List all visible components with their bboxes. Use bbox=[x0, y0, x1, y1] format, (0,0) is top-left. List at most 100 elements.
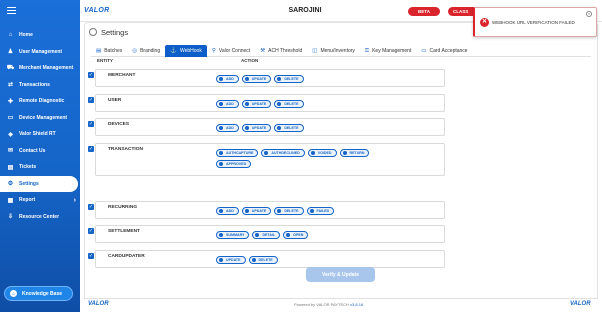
action-chip-failed[interactable]: FAILED bbox=[306, 207, 335, 215]
beta-label: BETA bbox=[418, 9, 430, 14]
action-chip-label: RETURN bbox=[349, 151, 365, 155]
action-chip-summary[interactable]: SUMMARY bbox=[216, 231, 250, 239]
entity-checkbox[interactable]: ✓ bbox=[88, 121, 94, 127]
action-chip-update[interactable]: UPDATE bbox=[241, 124, 272, 132]
sidebar-item-label: Contact Us bbox=[19, 147, 46, 154]
sidebar-item-remote-diagnostic[interactable]: ✚ Remote Diagnostic bbox=[0, 93, 80, 110]
action-chip-label: ADD bbox=[226, 102, 234, 106]
action-chip-update[interactable]: UPDATE bbox=[241, 100, 272, 108]
action-chip-authcapture[interactable]: AUTHCAPTURE bbox=[216, 149, 259, 157]
entity-checkbox[interactable]: ✓ bbox=[88, 253, 94, 259]
action-chip-delete[interactable]: DELETE bbox=[274, 207, 304, 215]
entity-checkbox[interactable]: ✓ bbox=[88, 97, 94, 103]
action-chip-approved[interactable]: APPROVED bbox=[216, 160, 252, 168]
knowledge-base-label: Knowledge Base bbox=[22, 290, 63, 297]
transactions-icon: ⇄ bbox=[7, 82, 14, 89]
entity-checkbox[interactable]: ✓ bbox=[88, 146, 94, 152]
entity-checkbox[interactable]: ✓ bbox=[88, 72, 94, 78]
chevron-right-icon: › bbox=[73, 196, 76, 204]
ticket-icon: ▤ bbox=[7, 164, 14, 171]
hamburger-menu-icon[interactable] bbox=[7, 7, 16, 14]
verify-update-button[interactable]: Verify & Update bbox=[306, 267, 375, 282]
entity-row-settlement: ✓ SETTLEMENT SUMMARY DETAIL OPEN bbox=[88, 225, 445, 243]
tab-batches[interactable]: ▤ Batches bbox=[91, 45, 127, 57]
close-icon[interactable]: × bbox=[586, 11, 592, 17]
action-chip-add[interactable]: ADD bbox=[216, 207, 239, 215]
tab-key-management[interactable]: ⚿ Key Management bbox=[360, 45, 416, 57]
action-chip-return[interactable]: RETURN bbox=[339, 149, 370, 157]
action-chip-authdeclined[interactable]: AUTHDECLINED bbox=[261, 149, 305, 157]
link-icon: ⚲ bbox=[211, 48, 216, 54]
radio-dot-icon bbox=[219, 162, 223, 166]
radio-dot-icon bbox=[219, 233, 223, 237]
tab-label: Valor Connect bbox=[218, 48, 251, 54]
action-chip-update[interactable]: UPDATE bbox=[216, 256, 246, 264]
entity-checkbox[interactable]: ✓ bbox=[88, 204, 94, 210]
radio-dot-icon bbox=[264, 151, 269, 155]
sidebar-item-settings[interactable]: ⚙ Settings bbox=[0, 175, 78, 192]
action-chips: UPDATE DELETE bbox=[216, 256, 396, 264]
tab-card-acceptance[interactable]: ▭ Card Acceptance bbox=[416, 45, 472, 57]
sidebar-item-device-management[interactable]: ▭ Device Management bbox=[0, 110, 80, 127]
entity-row-devices: ✓ DEVICES ADD UPDATE DELETE bbox=[88, 118, 445, 136]
tab-ach-threshold[interactable]: ⚒ ACH Threshold bbox=[255, 45, 307, 57]
action-chip-label: UPDATE bbox=[226, 258, 241, 262]
radio-dot-icon bbox=[277, 126, 282, 130]
entity-checkbox[interactable]: ✓ bbox=[88, 228, 94, 234]
footer-powered-by: Powered by VALOR PAYTECH v3.8.16 bbox=[294, 302, 363, 307]
sidebar-item-transactions[interactable]: ⇄ Transactions bbox=[0, 77, 80, 94]
action-chip-update[interactable]: UPDATE bbox=[241, 75, 272, 83]
action-chip-delete[interactable]: DELETE bbox=[274, 124, 304, 132]
entity-column-header: ENTITY bbox=[97, 58, 114, 63]
beta-button[interactable]: BETA bbox=[408, 7, 440, 16]
report-icon: ▦ bbox=[7, 197, 14, 204]
sidebar-item-valor-shield-rt[interactable]: ◈ Valor Shield RT bbox=[0, 126, 80, 143]
radio-dot-icon bbox=[342, 151, 347, 155]
sidebar-item-label: Report bbox=[19, 197, 36, 204]
action-chip-detail[interactable]: DETAIL bbox=[252, 231, 281, 239]
action-chip-delete[interactable]: DELETE bbox=[274, 100, 304, 108]
entity-row-recurring: ✓ RECURRING ADD UPDATE DELETE FAILED bbox=[88, 201, 445, 219]
action-chip-open[interactable]: OPEN bbox=[283, 231, 309, 239]
tab-webhook[interactable]: ⚓ WebHook bbox=[165, 45, 207, 57]
knowledge-base-icon: ⌂ bbox=[10, 290, 17, 297]
shield-icon: ◈ bbox=[8, 131, 13, 138]
entity-row-transaction: ✓ TRANSACTION AUTHCAPTURE AUTHDECLINED VOIDE… bbox=[88, 143, 445, 176]
tab-menu-inventory[interactable]: ◫ Menu/Inventory bbox=[307, 45, 360, 57]
action-chip-label: UPDATE bbox=[251, 77, 267, 81]
action-chip-add[interactable]: ADD bbox=[216, 100, 239, 108]
sidebar-item-merchant-management[interactable]: ⛟ Merchant Management bbox=[0, 60, 80, 77]
valor-logo[interactable]: VALOR bbox=[84, 7, 109, 14]
action-chip-update[interactable]: UPDATE bbox=[241, 207, 272, 215]
action-chip-add[interactable]: ADD bbox=[216, 75, 239, 83]
radio-dot-icon bbox=[255, 233, 260, 237]
action-chip-label: AUTHCAPTURE bbox=[226, 151, 254, 155]
action-chip-label: DELETE bbox=[284, 126, 299, 130]
action-chip-label: FAILED bbox=[316, 209, 330, 213]
action-chip-delete[interactable]: DELETE bbox=[248, 256, 278, 264]
action-chip-voided[interactable]: VOIDED bbox=[307, 149, 337, 157]
tab-label: Key Management bbox=[372, 48, 412, 54]
radio-dot-icon bbox=[244, 209, 249, 213]
sidebar-item-home[interactable]: ⌂ Home bbox=[0, 27, 80, 44]
radio-dot-icon bbox=[309, 209, 314, 213]
tab-branding[interactable]: ◎ Branding bbox=[127, 45, 165, 57]
sidebar-item-user-management[interactable]: ♟ User Management bbox=[0, 44, 80, 61]
sidebar-item-contact-us[interactable]: ✉ Contact Us bbox=[0, 143, 80, 160]
sidebar-item-resource-center[interactable]: ⇩ Resource Center bbox=[0, 209, 80, 226]
tab-valor-connect[interactable]: ⚲ Valor Connect bbox=[207, 45, 255, 57]
radio-dot-icon bbox=[277, 77, 282, 81]
radio-dot-icon bbox=[219, 77, 223, 81]
radio-dot-icon bbox=[310, 151, 315, 155]
version-link[interactable]: v3.8.16 bbox=[350, 302, 363, 307]
sidebar-item-report[interactable]: ▦ Report › bbox=[0, 192, 80, 209]
knowledge-base-button[interactable]: ⌂ Knowledge Base bbox=[4, 286, 73, 301]
action-chip-add[interactable]: ADD bbox=[216, 124, 239, 132]
action-chip-delete[interactable]: DELETE bbox=[274, 75, 304, 83]
settings-panel: Settings ▤ Batches ◎ Branding ⚓ WebHook ⚲ Valor… bbox=[84, 22, 598, 304]
sidebar-item-label: Merchant Management bbox=[19, 65, 74, 72]
sidebar-item-tickets[interactable]: ▤ Tickets bbox=[0, 159, 80, 176]
action-chip-label: ADD bbox=[226, 209, 234, 213]
entity-label: TRANSACTION bbox=[108, 147, 143, 152]
classic-label: CLASS bbox=[453, 9, 469, 14]
